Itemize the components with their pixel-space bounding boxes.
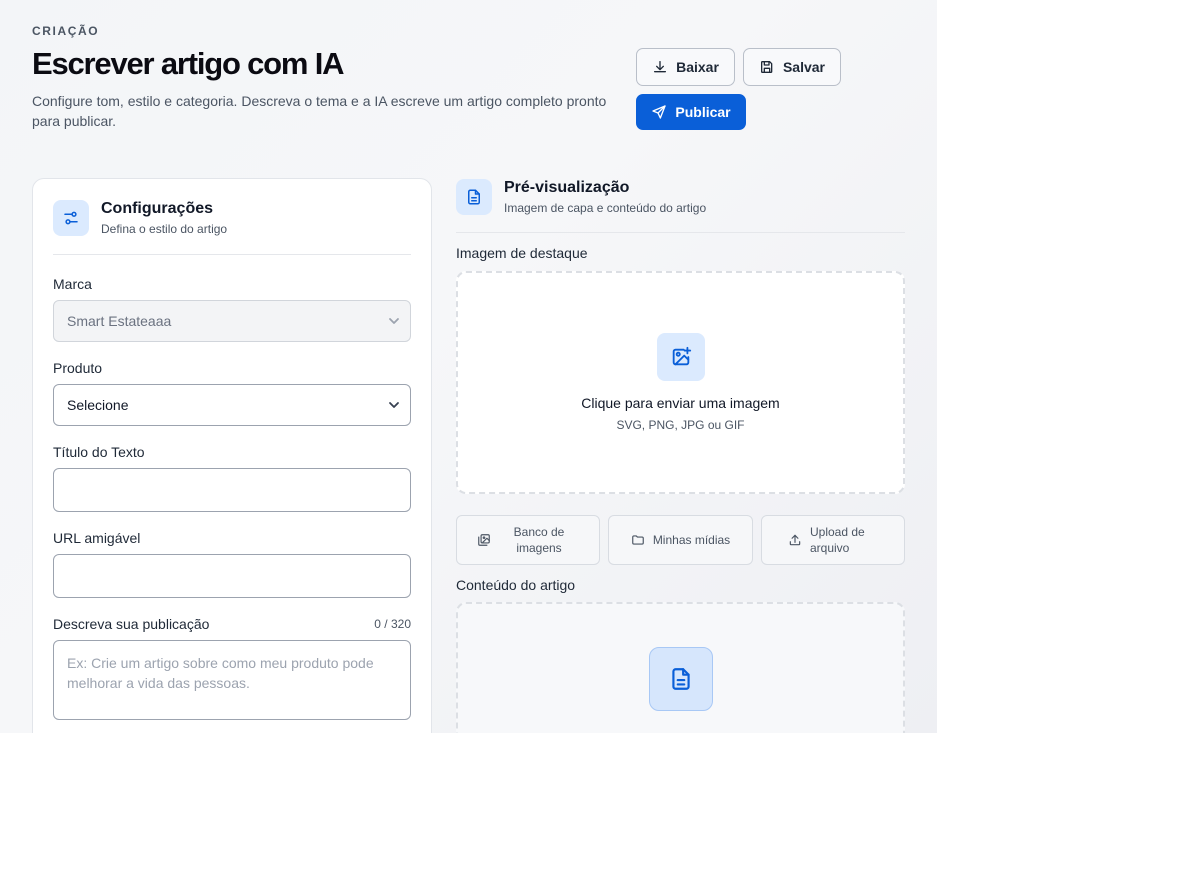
settings-card: Configurações Defina o estilo do artigo … xyxy=(32,178,432,733)
chevron-down-icon xyxy=(389,402,399,408)
friendly-url-label: URL amigável xyxy=(53,530,141,546)
settings-title: Configurações xyxy=(101,200,214,217)
download-button[interactable]: Baixar xyxy=(636,48,735,86)
upload-icon xyxy=(789,534,801,546)
download-label: Baixar xyxy=(676,59,719,75)
image-dropzone[interactable]: Clique para enviar uma imagem SVG, PNG, … xyxy=(456,271,905,494)
image-bank-button[interactable]: Banco de imagens xyxy=(456,515,600,565)
product-label: Produto xyxy=(53,360,103,376)
product-select[interactable]: Selecione xyxy=(53,384,411,426)
page-eyebrow: CRIAÇÃO xyxy=(32,24,100,38)
image-upload-tile xyxy=(657,333,705,381)
publish-label: Publicar xyxy=(675,104,731,120)
description-textarea[interactable]: Ex: Crie um artigo sobre como meu produt… xyxy=(53,640,411,720)
text-title-label: Título do Texto xyxy=(53,444,145,460)
upload-file-button[interactable]: Upload de arquivo xyxy=(761,515,905,565)
download-icon xyxy=(654,61,667,73)
save-icon xyxy=(760,61,773,73)
friendly-url-input[interactable] xyxy=(53,554,411,598)
send-icon xyxy=(652,105,667,119)
preview-divider xyxy=(456,232,905,233)
preview-title: Pré-visualização xyxy=(504,179,630,196)
content-area xyxy=(456,602,905,733)
folder-icon xyxy=(631,535,644,545)
settings-divider xyxy=(53,254,411,255)
my-media-label: Minhas mídias xyxy=(652,533,731,547)
settings-subtitle: Defina o estilo do artigo xyxy=(101,222,228,236)
image-plus-icon xyxy=(672,346,692,366)
preview-subtitle: Imagem de capa e conteúdo do artigo xyxy=(504,201,707,215)
product-select-value: Selecione xyxy=(67,397,129,413)
chevron-down-icon xyxy=(389,318,399,324)
preview-icon-tile xyxy=(456,179,492,215)
brand-select[interactable]: Smart Estateaaa xyxy=(53,300,411,342)
brand-label: Marca xyxy=(53,276,92,292)
upload-image-hint: SVG, PNG, JPG ou GIF xyxy=(616,418,745,432)
article-writer-page: CRIAÇÃO Escrever artigo com IA Configure… xyxy=(0,0,937,733)
images-icon xyxy=(478,534,490,546)
brand-select-value: Smart Estateaaa xyxy=(67,313,172,329)
publish-button[interactable]: Publicar xyxy=(636,94,746,130)
image-bank-label: Banco de imagens xyxy=(513,525,565,555)
my-media-button[interactable]: Minhas mídias xyxy=(608,515,753,565)
upload-image-title: Clique para enviar uma imagem xyxy=(581,395,780,411)
description-placeholder: Ex: Crie um artigo sobre como meu produt… xyxy=(67,655,374,691)
content-icon-tile xyxy=(649,647,713,711)
document-icon xyxy=(672,668,690,690)
save-button[interactable]: Salvar xyxy=(743,48,841,86)
sliders-icon xyxy=(64,211,78,225)
text-title-input[interactable] xyxy=(53,468,411,512)
page-subtitle: Configure tom, estilo e categoria. Descr… xyxy=(32,93,607,129)
document-icon xyxy=(468,189,480,205)
settings-icon-tile xyxy=(53,200,89,236)
page-title: Escrever artigo com IA xyxy=(32,46,345,81)
content-label: Conteúdo do artigo xyxy=(456,577,576,593)
upload-file-label: Upload de arquivo xyxy=(810,525,865,555)
description-counter: 0 / 320 xyxy=(374,617,411,631)
description-label: Descreva sua publicação xyxy=(53,616,210,632)
featured-image-label: Imagem de destaque xyxy=(456,245,588,261)
save-label: Salvar xyxy=(782,59,826,75)
